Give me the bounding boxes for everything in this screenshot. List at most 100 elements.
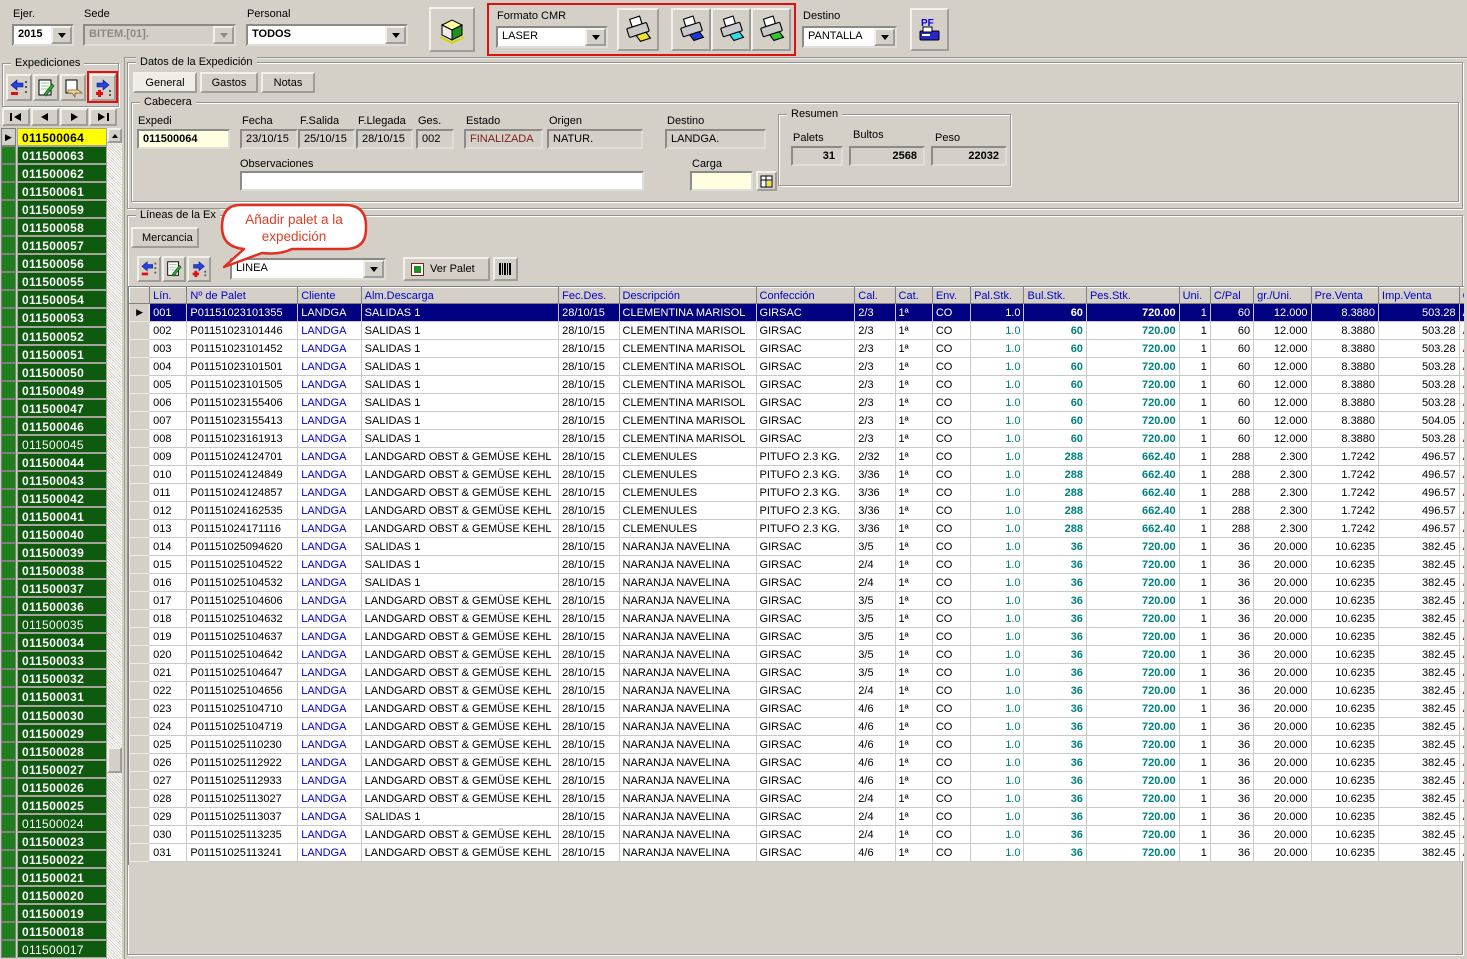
cell-palstk[interactable]: 1.0 — [971, 556, 1024, 574]
expedition-list-item[interactable]: 011500042 — [1, 489, 107, 507]
expedition-list-item[interactable]: 011500038 — [1, 561, 107, 579]
cell-pre[interactable]: 10.6235 — [1311, 826, 1378, 844]
table-row[interactable]: 009P01151024124701LANDGALANDGARD OBST & … — [130, 448, 1465, 466]
expedition-number[interactable]: 011500058 — [17, 218, 107, 236]
palet-table[interactable]: Lín.Nº de PaletClienteAlm.DescargaFec.De… — [129, 287, 1464, 862]
cell-cpal[interactable]: 60 — [1210, 394, 1253, 412]
cell-env[interactable]: CO — [932, 754, 970, 772]
cell-lin[interactable]: 020 — [150, 646, 187, 664]
cell-gruni[interactable]: 20.000 — [1254, 736, 1311, 754]
cell-palet[interactable]: P01151025104642 — [187, 646, 298, 664]
cell-palet[interactable]: P01151023155406 — [187, 394, 298, 412]
cell-desc[interactable]: NARANJA NAVELINA — [619, 628, 756, 646]
cell-fec[interactable]: 28/10/15 — [559, 646, 619, 664]
cell-fec[interactable]: 28/10/15 — [559, 448, 619, 466]
cell-conf[interactable]: GIRSAC — [756, 664, 855, 682]
row-selector[interactable] — [130, 376, 150, 394]
cell-cliente[interactable]: LANDGA — [298, 304, 361, 322]
cell-palet[interactable]: P01151024171116 — [187, 520, 298, 538]
cell-palet[interactable]: P01151025112922 — [187, 754, 298, 772]
row-selector[interactable] — [1, 724, 16, 742]
expedition-number[interactable]: 011500030 — [17, 706, 107, 724]
cell-fec[interactable]: 28/10/15 — [559, 754, 619, 772]
expedition-number[interactable]: 011500063 — [17, 146, 107, 164]
cell-cat[interactable]: 1ª — [895, 844, 932, 862]
cell-uni[interactable]: 1 — [1179, 340, 1210, 358]
row-selector[interactable] — [130, 538, 150, 556]
cell-cat[interactable]: 1ª — [895, 412, 932, 430]
expedition-number[interactable]: 011500045 — [17, 435, 107, 453]
cell-palstk[interactable]: 1.0 — [971, 574, 1024, 592]
cell-conf[interactable]: PITUFO 2.3 KG. — [756, 448, 855, 466]
expedition-number[interactable]: 011500025 — [17, 796, 107, 814]
row-selector[interactable] — [1, 471, 16, 489]
cell-desc[interactable]: CLEMENTINA MARISOL — [619, 322, 756, 340]
expedition-list-item[interactable]: 011500026 — [1, 778, 107, 796]
cell-palstk[interactable]: 1.0 — [971, 466, 1024, 484]
expedition-number[interactable]: 011500034 — [17, 633, 107, 651]
cell-pre[interactable]: 8.3880 — [1311, 322, 1378, 340]
chevron-down-icon[interactable] — [363, 260, 384, 278]
cell-pre[interactable]: 10.6235 — [1311, 772, 1378, 790]
cell-cpal[interactable]: 36 — [1210, 718, 1253, 736]
cell-lin[interactable]: 013 — [150, 520, 187, 538]
row-selector[interactable] — [130, 412, 150, 430]
cell-cal[interactable]: 2/4 — [855, 682, 895, 700]
row-selector[interactable] — [1, 886, 16, 904]
cell-lin[interactable]: 005 — [150, 376, 187, 394]
row-selector[interactable] — [1, 832, 16, 850]
expedition-number[interactable]: 011500047 — [17, 399, 107, 417]
cell-flag[interactable]: A — [1459, 556, 1464, 574]
cell-cal[interactable]: 2/3 — [855, 394, 895, 412]
cell-cliente[interactable]: LANDGA — [298, 376, 361, 394]
expedition-list-item[interactable]: 011500027 — [1, 760, 107, 778]
cell-palet[interactable]: P01151025113241 — [187, 844, 298, 862]
row-selector[interactable] — [1, 272, 16, 290]
cell-imp[interactable]: 503.28 — [1379, 358, 1460, 376]
cell-cat[interactable]: 1ª — [895, 376, 932, 394]
cell-gruni[interactable]: 2.300 — [1254, 466, 1311, 484]
cell-imp[interactable]: 382.45 — [1379, 682, 1460, 700]
cell-fec[interactable]: 28/10/15 — [559, 610, 619, 628]
table-row[interactable]: 030P01151025113235LANDGALANDGARD OBST & … — [130, 826, 1465, 844]
print-cyan-button[interactable] — [711, 8, 751, 51]
cell-flag[interactable]: A — [1459, 538, 1464, 556]
cell-palet[interactable]: P01151025104632 — [187, 610, 298, 628]
cell-env[interactable]: CO — [932, 664, 970, 682]
cell-bulstk[interactable]: 60 — [1024, 340, 1086, 358]
cell-fec[interactable]: 28/10/15 — [559, 376, 619, 394]
cell-gruni[interactable]: 12.000 — [1254, 304, 1311, 322]
cell-desc[interactable]: NARANJA NAVELINA — [619, 610, 756, 628]
cell-pre[interactable]: 10.6235 — [1311, 538, 1378, 556]
cell-bulstk[interactable]: 36 — [1024, 700, 1086, 718]
cell-cal[interactable]: 3/5 — [855, 592, 895, 610]
cell-gruni[interactable]: 20.000 — [1254, 538, 1311, 556]
cell-alm[interactable]: SALIDAS 1 — [361, 538, 558, 556]
expedition-number[interactable]: 011500036 — [17, 597, 107, 615]
cell-cliente[interactable]: LANDGA — [298, 556, 361, 574]
cell-alm[interactable]: SALIDAS 1 — [361, 358, 558, 376]
cell-pre[interactable]: 10.6235 — [1311, 610, 1378, 628]
cell-imp[interactable]: 382.45 — [1379, 664, 1460, 682]
expedition-number[interactable]: 011500035 — [17, 615, 107, 633]
column-header-uni[interactable]: Uni. — [1179, 288, 1210, 304]
cell-cliente[interactable]: LANDGA — [298, 736, 361, 754]
row-selector[interactable] — [1, 615, 16, 633]
cell-cpal[interactable]: 36 — [1210, 790, 1253, 808]
cell-pesstk[interactable]: 720.00 — [1086, 754, 1179, 772]
cell-alm[interactable]: LANDGARD OBST & GEMÜSE KEHL — [361, 826, 558, 844]
expedition-number[interactable]: 011500038 — [17, 561, 107, 579]
row-selector[interactable] — [1, 922, 16, 940]
cell-imp[interactable]: 382.45 — [1379, 718, 1460, 736]
cell-lin[interactable]: 021 — [150, 664, 187, 682]
cell-cal[interactable]: 3/36 — [855, 466, 895, 484]
cell-cal[interactable]: 2/4 — [855, 790, 895, 808]
expedition-list-item[interactable]: 011500034 — [1, 633, 107, 651]
cell-desc[interactable]: NARANJA NAVELINA — [619, 772, 756, 790]
print-blue-button[interactable] — [671, 8, 711, 51]
cell-alm[interactable]: LANDGARD OBST & GEMÜSE KEHL — [361, 502, 558, 520]
cell-gruni[interactable]: 20.000 — [1254, 574, 1311, 592]
row-selector[interactable] — [1, 579, 16, 597]
cell-cpal[interactable]: 36 — [1210, 538, 1253, 556]
cell-uni[interactable]: 1 — [1179, 430, 1210, 448]
